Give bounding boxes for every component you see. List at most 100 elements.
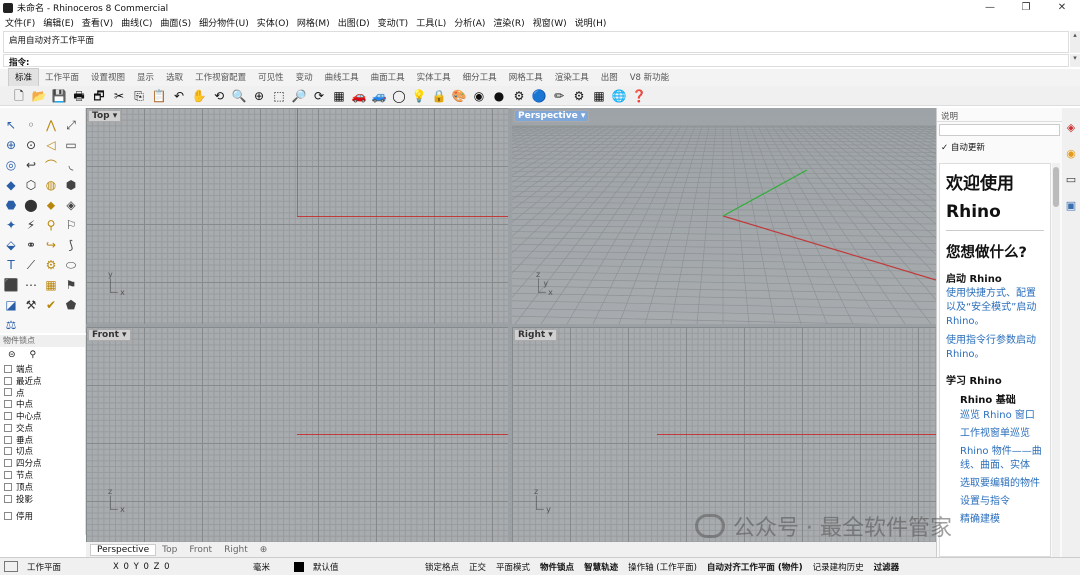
osnap-checkbox[interactable] bbox=[4, 494, 12, 503]
tab-7[interactable]: 变动 bbox=[290, 69, 319, 86]
tab-14[interactable]: 出图 bbox=[595, 69, 624, 86]
open-icon[interactable]: 📂 bbox=[30, 88, 48, 104]
left-tool-37-icon[interactable]: ⚒ bbox=[22, 296, 40, 314]
menu-item-5[interactable]: 细分物件(U) bbox=[199, 16, 249, 29]
tab-6[interactable]: 可见性 bbox=[252, 69, 290, 86]
display-icon[interactable]: ▭ bbox=[1064, 172, 1078, 186]
viewport-layout-icon[interactable]: ▦ bbox=[330, 88, 348, 104]
osnap-item[interactable]: 顶点 bbox=[0, 481, 85, 493]
pencil-icon[interactable]: ✏ bbox=[550, 88, 568, 104]
menu-item-2[interactable]: 查看(V) bbox=[82, 16, 113, 29]
undo-icon[interactable]: ↶ bbox=[170, 88, 188, 104]
tab-4[interactable]: 选取 bbox=[160, 69, 189, 86]
osnap-checkbox[interactable] bbox=[4, 412, 12, 421]
globe-icon[interactable]: 🌐 bbox=[610, 88, 628, 104]
left-tool-5-icon[interactable]: ⊙ bbox=[22, 136, 40, 154]
menu-item-4[interactable]: 曲面(S) bbox=[160, 16, 191, 29]
viewport-tab-3[interactable]: Right bbox=[218, 545, 254, 555]
tab-2[interactable]: 设置视图 bbox=[85, 69, 131, 86]
osnap-item[interactable]: 四分点 bbox=[0, 457, 85, 469]
left-tool-33-icon[interactable]: ⋯ bbox=[22, 276, 40, 294]
menu-item-8[interactable]: 出图(D) bbox=[338, 16, 370, 29]
undo-view-icon[interactable]: ⟳ bbox=[310, 88, 328, 104]
left-tool-6-icon[interactable]: ◁ bbox=[42, 136, 60, 154]
viewport-label-front[interactable]: Front ▾ bbox=[88, 329, 131, 341]
osnap-funnel-icon[interactable]: ⚲ bbox=[30, 350, 37, 360]
close-button[interactable]: ✕ bbox=[1044, 0, 1080, 15]
left-tool-20-icon[interactable]: ✦ bbox=[2, 216, 20, 234]
left-tool-16-icon[interactable]: ⬣ bbox=[2, 196, 20, 214]
osnap-checkbox[interactable] bbox=[4, 482, 12, 491]
command-line-scrollbar[interactable]: ▾ bbox=[1070, 54, 1080, 67]
car2-icon[interactable]: 🚙 bbox=[370, 88, 388, 104]
osnap-item[interactable]: 端点 bbox=[0, 363, 85, 375]
status-toggle-1[interactable]: 正交 bbox=[464, 561, 491, 573]
viewport-tab-2[interactable]: Front bbox=[183, 545, 218, 555]
status-toggle-0[interactable]: 锁定格点 bbox=[420, 561, 464, 573]
tab-12[interactable]: 网格工具 bbox=[503, 69, 549, 86]
maximize-button[interactable]: ❐ bbox=[1008, 0, 1044, 15]
osnap-disable[interactable]: 停用 bbox=[0, 511, 85, 522]
left-tool-25-icon[interactable]: ⚭ bbox=[22, 236, 40, 254]
left-tool-27-icon[interactable]: ⟆ bbox=[62, 236, 80, 254]
pan-icon[interactable]: ✋ bbox=[190, 88, 208, 104]
viewport-front[interactable]: Front ▾ z │ └─ x bbox=[86, 327, 508, 542]
status-toggle-2[interactable]: 平面模式 bbox=[491, 561, 535, 573]
menu-item-1[interactable]: 编辑(E) bbox=[43, 16, 74, 29]
left-tool-8-icon[interactable]: ◎ bbox=[2, 156, 20, 174]
settings-icon[interactable]: ⚙ bbox=[510, 88, 528, 104]
help-scrollbar[interactable] bbox=[1052, 163, 1060, 557]
save-icon[interactable]: 💾 bbox=[50, 88, 68, 104]
tab-5[interactable]: 工作视窗配置 bbox=[189, 69, 252, 86]
status-toggle-4[interactable]: 智慧轨迹 bbox=[579, 561, 623, 573]
left-tool-23-icon[interactable]: ⚐ bbox=[62, 216, 80, 234]
new-icon[interactable]: 🗋 bbox=[10, 88, 28, 104]
osnap-item[interactable]: 点 bbox=[0, 387, 85, 399]
import-icon[interactable]: 🗗 bbox=[90, 88, 108, 104]
osnap-item[interactable]: 中点 bbox=[0, 398, 85, 410]
auto-update-toggle[interactable]: ✓ 自动更新 bbox=[937, 138, 1062, 156]
left-tool-18-icon[interactable]: ⬥ bbox=[42, 196, 60, 214]
rotate-view-icon[interactable]: ⟲ bbox=[210, 88, 228, 104]
help-search-input[interactable] bbox=[939, 124, 1060, 136]
left-tool-4-icon[interactable]: ⊕ bbox=[2, 136, 20, 154]
menu-item-13[interactable]: 视窗(W) bbox=[533, 16, 567, 29]
status-layer[interactable]: 默认值 bbox=[308, 561, 420, 573]
help-basics-link[interactable]: 巡览 Rhino 窗口 bbox=[960, 409, 1044, 423]
left-tool-24-icon[interactable]: ⬙ bbox=[2, 236, 20, 254]
left-tool-1-icon[interactable]: ◦ bbox=[22, 116, 40, 134]
status-square-icon[interactable] bbox=[4, 561, 18, 572]
status-toggle-5[interactable]: 操作轴 (工作平面) bbox=[623, 561, 702, 573]
status-toggle-7[interactable]: 记录建构历史 bbox=[808, 561, 869, 573]
osnap-checkbox[interactable] bbox=[4, 388, 12, 397]
viewport-label-top[interactable]: Top ▾ bbox=[88, 110, 122, 122]
left-tool-11-icon[interactable]: ◟ bbox=[62, 156, 80, 174]
left-tool-13-icon[interactable]: ⬡ bbox=[22, 176, 40, 194]
menu-item-11[interactable]: 分析(A) bbox=[454, 16, 485, 29]
left-tool-19-icon[interactable]: ◈ bbox=[62, 196, 80, 214]
osnap-item[interactable]: 中心点 bbox=[0, 410, 85, 422]
minimize-button[interactable]: — bbox=[972, 0, 1008, 15]
color-icon[interactable]: ◉ bbox=[1064, 146, 1078, 160]
osnap-checkbox[interactable] bbox=[4, 423, 12, 432]
copy-icon[interactable]: ⎘ bbox=[130, 88, 148, 104]
osnap-checkbox[interactable] bbox=[4, 447, 12, 456]
left-tool-26-icon[interactable]: ↪ bbox=[42, 236, 60, 254]
left-tool-34-icon[interactable]: ▦ bbox=[42, 276, 60, 294]
lightbulb-icon[interactable]: 💡 bbox=[410, 88, 428, 104]
zoom-extents-icon[interactable]: ⊕ bbox=[250, 88, 268, 104]
tab-11[interactable]: 细分工具 bbox=[457, 69, 503, 86]
viewport-perspective[interactable]: Perspective ▾ z │ y └─ x bbox=[512, 108, 936, 324]
zoom-icon[interactable]: 🔍 bbox=[230, 88, 248, 104]
osnap-disable-checkbox[interactable] bbox=[4, 512, 12, 521]
left-tool-40-icon[interactable]: ⚖ bbox=[2, 316, 20, 334]
viewport-label-right[interactable]: Right ▾ bbox=[514, 329, 557, 341]
left-tool-10-icon[interactable]: ⌒ bbox=[42, 156, 60, 174]
left-tool-7-icon[interactable]: ▭ bbox=[62, 136, 80, 154]
osnap-item[interactable]: 垂点 bbox=[0, 434, 85, 446]
left-tool-2-icon[interactable]: ⋀ bbox=[42, 116, 60, 134]
left-tool-12-icon[interactable]: ◆ bbox=[2, 176, 20, 194]
viewport-tab-1[interactable]: Top bbox=[156, 545, 183, 555]
help-basics-link[interactable]: 工作视窗单巡览 bbox=[960, 427, 1044, 441]
osnap-checkbox[interactable] bbox=[4, 459, 12, 468]
